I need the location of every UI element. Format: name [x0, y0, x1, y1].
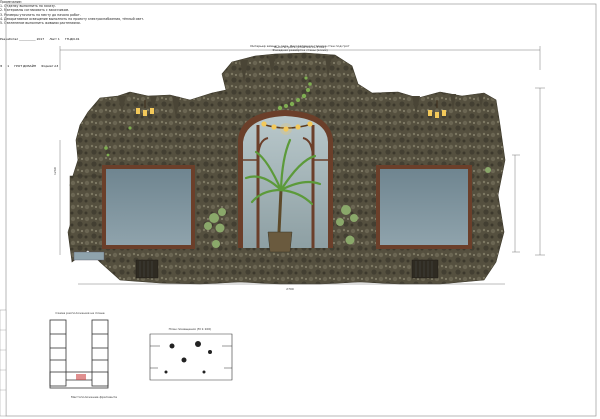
left-dimension-label: 1260: [53, 167, 57, 175]
plan-left-caption: Схема расположения на плане: [55, 311, 104, 315]
right-window: [376, 165, 472, 249]
bottom-dimension-label: 2700: [286, 287, 294, 291]
bottom-dimension: 2700: [78, 283, 505, 291]
floor-plan-right: План помещения (М 1:100): [149, 327, 233, 381]
plan-right-caption: План помещения (М 1:100): [169, 327, 212, 331]
left-dimension: 1260: [53, 140, 61, 255]
radiator-right: [411, 259, 439, 279]
radiator-left: [135, 259, 159, 279]
top-dimension-label: Высота грота (отметка 0+3 162): [274, 45, 326, 49]
left-outcrop: [69, 175, 107, 247]
plan-left-label: Местоположение фрагмента: [71, 395, 117, 399]
right-dimension: [512, 87, 545, 256]
drawing-sheet: Высота грота (отметка 0+3 162) 1260 2700…: [0, 3, 597, 417]
left-window: [102, 165, 195, 249]
floor-plan-left: Схема расположения на плане Местоположен…: [49, 311, 117, 399]
